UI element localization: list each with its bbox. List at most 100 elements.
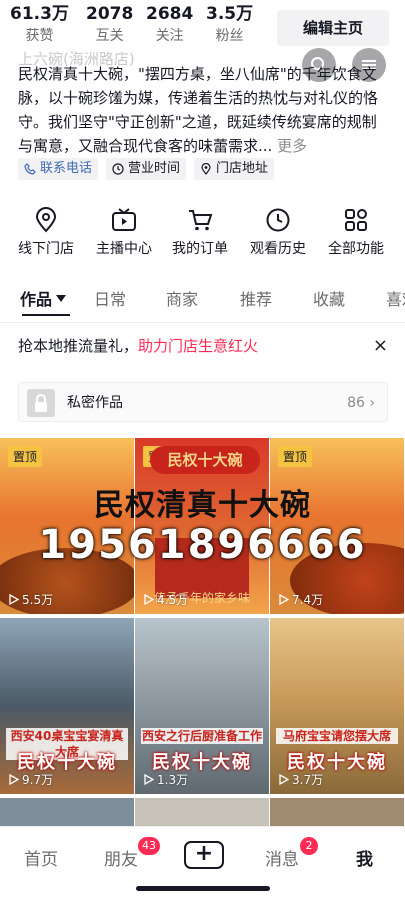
chip-business-hours[interactable]: 营业时间	[106, 158, 187, 180]
func-streamer-center[interactable]: 主播中心	[96, 206, 152, 258]
location-icon	[201, 163, 211, 175]
private-works-count: 86 ›	[347, 395, 375, 411]
play-count: 3.7万	[278, 771, 323, 788]
video-tile[interactable]	[270, 798, 404, 828]
nav-me[interactable]: 我	[356, 845, 373, 870]
play-icon	[9, 594, 19, 605]
stat-fans-number: 3.5万	[206, 4, 254, 24]
func-offline-store[interactable]: 线下门店	[18, 206, 74, 258]
tab-likes-label: 喜欢	[386, 290, 405, 309]
private-works-label: 私密作品	[67, 395, 123, 411]
tab-recommend[interactable]: 推荐	[240, 286, 272, 310]
video-tile[interactable]: 西安之行后厨准备工作 民权十大碗 1.3万	[135, 618, 269, 794]
tab-divider	[0, 322, 405, 323]
banner-strip: 民权十大碗	[150, 446, 260, 474]
banner-phone: 19561896666	[38, 522, 367, 568]
stat-mutual-number: 2078	[86, 4, 134, 24]
stat-mutual-label: 互关	[95, 28, 124, 44]
home-indicator	[136, 886, 270, 891]
play-count: 4.5万	[143, 591, 188, 608]
func-my-orders[interactable]: 我的订单	[172, 206, 228, 258]
stat-fans[interactable]: 3.5万 粉丝	[206, 2, 253, 46]
friends-badge: 43	[138, 837, 160, 855]
phone-icon	[24, 163, 36, 175]
tab-merchant[interactable]: 商家	[166, 286, 198, 310]
pinned-badge: 置顶	[8, 446, 43, 467]
tab-recommend-label: 推荐	[240, 290, 273, 309]
nav-home[interactable]: 首页	[24, 845, 58, 870]
stat-mutual[interactable]: 2078 互关	[86, 2, 133, 46]
pinned-badge: 置顶	[278, 446, 313, 467]
play-count: 9.7万	[8, 771, 53, 788]
edit-profile-button[interactable]: 编辑主页	[277, 10, 389, 46]
play-count: 1.3万	[143, 771, 188, 788]
tab-favorites-label: 收藏	[313, 290, 346, 309]
play-count: 7.4万	[278, 591, 323, 608]
cart-icon	[189, 210, 213, 231]
stat-following[interactable]: 2684 关注	[146, 2, 193, 46]
lock-icon	[35, 394, 47, 412]
video-grid: 置顶 5.5万 传承千年的家乡味 置顶 4.5万 置顶 7.4万 民权十大碗 民…	[0, 438, 405, 828]
profile-bio[interactable]: 民权清真十大碗，"摆四方桌，坐八仙席"的千年饮食文脉，以十碗珍馐为媒，传递着生活…	[18, 62, 388, 158]
chip-store-address-label: 门店地址	[216, 161, 269, 176]
stat-likes-number: 61.3万	[10, 4, 69, 24]
promo-highlight-link[interactable]: 助力门店生意红火	[138, 337, 258, 355]
create-button[interactable]: +	[184, 841, 224, 869]
tab-merchant-label: 商家	[166, 290, 199, 309]
tab-works[interactable]: 作品	[20, 286, 67, 310]
stat-following-label: 关注	[155, 28, 184, 44]
play-count-value: 5.5万	[22, 593, 54, 607]
play-count-value: 3.7万	[292, 773, 324, 787]
store-info-chips: 联系电话 营业时间 门店地址	[18, 158, 275, 180]
func-streamer-center-label: 主播中心	[96, 241, 152, 257]
promo-text: 抢本地推流量礼，	[18, 337, 139, 355]
play-count-value: 7.4万	[292, 593, 324, 607]
video-tile[interactable]: 西安40桌宝宝宴清真大席 民权十大碗 9.7万	[0, 618, 134, 794]
chip-contact-phone[interactable]: 联系电话	[18, 158, 99, 180]
close-icon[interactable]: ×	[373, 330, 388, 362]
video-tile[interactable]: 马府宝宝请您摆大席 民权十大碗 3.7万	[270, 618, 404, 794]
bio-more-link[interactable]: 更多	[277, 137, 307, 155]
play-count: 5.5万	[8, 591, 53, 608]
tab-daily-label: 日常	[94, 290, 127, 309]
private-works-thumbnail	[27, 389, 55, 417]
messages-badge: 2	[300, 837, 318, 855]
content-tabs: 作品 日常 商家 推荐 收藏 喜欢	[0, 286, 405, 316]
stat-likes[interactable]: 61.3万 获赞	[10, 2, 69, 46]
nav-messages[interactable]: 消息	[265, 845, 299, 870]
video-caption: 马府宝宝请您摆大席	[276, 728, 398, 744]
play-icon	[279, 594, 289, 605]
chip-contact-phone-label: 联系电话	[40, 161, 93, 176]
stat-following-number: 2684	[146, 4, 194, 24]
location-pin-icon	[35, 207, 57, 233]
tab-favorites[interactable]: 收藏	[313, 286, 345, 310]
grid-icon	[345, 209, 367, 231]
play-count-value: 9.7万	[22, 773, 54, 787]
tab-daily[interactable]: 日常	[94, 286, 126, 310]
nav-friends[interactable]: 朋友	[104, 845, 138, 870]
private-works-entry[interactable]: 私密作品 86 ›	[18, 382, 388, 422]
play-count-value: 1.3万	[157, 773, 189, 787]
chip-store-address[interactable]: 门店地址	[194, 158, 275, 180]
bio-text: 民权清真十大碗，"摆四方桌，坐八仙席"的千年饮食文脉，以十碗珍馐为媒，传递着生活…	[18, 65, 379, 155]
tab-works-label: 作品	[20, 290, 53, 309]
private-works-count-value: 86	[347, 395, 365, 411]
func-watch-history-label: 观看历史	[250, 241, 306, 257]
func-watch-history[interactable]: 观看历史	[250, 206, 306, 258]
video-tile[interactable]	[0, 798, 134, 828]
caret-down-icon	[56, 295, 67, 302]
stat-likes-label: 获赞	[25, 28, 54, 44]
promo-banner[interactable]: 抢本地推流量礼，助力门店生意红火 ×	[18, 330, 388, 362]
tv-icon	[112, 208, 136, 231]
func-all-features[interactable]: 全部功能	[328, 206, 384, 258]
play-icon	[9, 774, 19, 785]
func-offline-store-label: 线下门店	[18, 241, 74, 257]
tab-likes[interactable]: 喜欢	[386, 286, 405, 310]
clock-icon	[112, 163, 124, 175]
play-icon	[144, 594, 154, 605]
stat-fans-label: 粉丝	[215, 28, 244, 44]
video-tile[interactable]	[135, 798, 269, 828]
active-tab-indicator	[22, 314, 70, 316]
video-caption: 西安之行后厨准备工作	[141, 728, 263, 744]
play-icon	[279, 774, 289, 785]
